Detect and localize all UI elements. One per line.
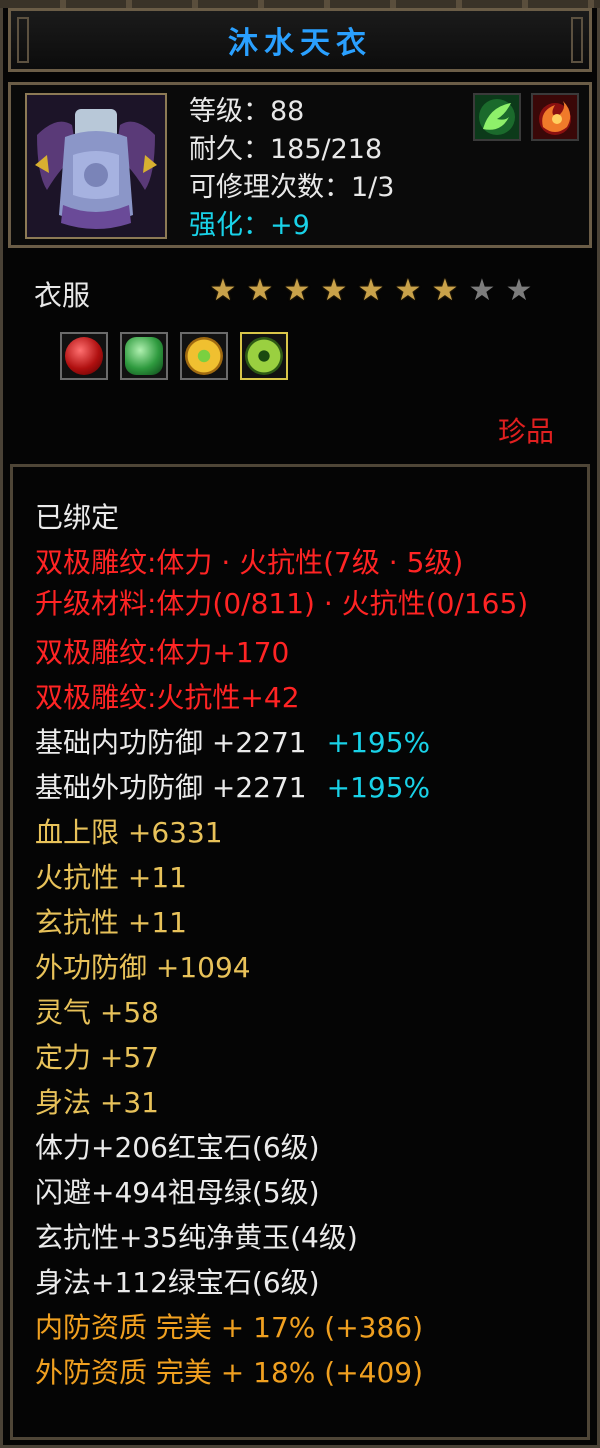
item-info-panel: 等级：88 耐久：185/218 可修理次数：1/3 强化：+9: [8, 82, 592, 248]
xuan-resist-stat: 玄抗性 +11: [35, 906, 187, 939]
inner-defense-quality: 内防资质 完美 + 17% (+386): [35, 1311, 424, 1344]
durability-value: 185/218: [270, 134, 383, 165]
gem-bonus-2: 闪避+494祖母绿(5级): [35, 1176, 320, 1209]
base-outer-defense: 基础外功防御 +2271 +195%: [35, 765, 575, 810]
star-icon-filled: ★: [209, 273, 237, 308]
gem-slots: [60, 332, 288, 380]
outer-defense-stat: 外功防御 +1094: [35, 951, 251, 984]
level-label: 等级：: [189, 96, 270, 127]
star-icon-empty: ★: [468, 273, 496, 308]
enhance-label: 强化：: [189, 210, 270, 241]
item-name: 沐水天衣: [228, 26, 372, 61]
star-icon-filled: ★: [394, 273, 422, 308]
engrave-line-1: 双极雕纹:体力 · 火抗性(7级 · 5级): [35, 546, 464, 579]
item-type-label: 衣服: [34, 279, 91, 312]
star-icon-filled: ★: [357, 273, 385, 308]
emerald-gem-icon[interactable]: [120, 332, 168, 380]
shenfa-stat: 身法 +31: [35, 1086, 159, 1119]
fire-swirl-skill-icon[interactable]: [531, 93, 579, 141]
durability-label: 耐久：: [189, 134, 270, 165]
repairs-value: 1/3: [351, 172, 395, 203]
star-icon-filled: ★: [283, 273, 311, 308]
star-icon-filled: ★: [246, 273, 274, 308]
base-inner-defense: 基础内功防御 +2271 +195%: [35, 720, 575, 765]
level-value: 88: [270, 96, 305, 127]
item-details-panel: 已绑定 双极雕纹:体力 · 火抗性(7级 · 5级) 升级材料:体力(0/811…: [10, 464, 590, 1440]
base-inner-defense-value: 基础内功防御 +2271: [35, 726, 307, 759]
base-outer-defense-pct: +195%: [326, 771, 431, 804]
yellow-jade-gem-icon[interactable]: [180, 332, 228, 380]
item-stats: 等级：88 耐久：185/218 可修理次数：1/3 强化：+9: [189, 93, 394, 245]
star-icon-filled: ★: [320, 273, 348, 308]
gem-bonus-1: 体力+206红宝石(6级): [35, 1131, 320, 1164]
repairs-label: 可修理次数：: [189, 172, 351, 203]
lingqi-stat: 灵气 +58: [35, 996, 159, 1029]
gem-bonus-3: 玄抗性+35纯净黄玉(4级): [35, 1221, 358, 1254]
enhance-value: +9: [270, 210, 310, 241]
dingli-stat: 定力 +57: [35, 1041, 159, 1074]
outer-defense-quality: 外防资质 完美 + 18% (+409): [35, 1356, 424, 1389]
top-ornament: [0, 0, 600, 8]
hp-stat: 血上限 +6331: [35, 816, 223, 849]
ruby-gem-icon[interactable]: [60, 332, 108, 380]
engrave-line-2: 双极雕纹:体力+170: [35, 636, 290, 669]
gem-bonus-4: 身法+112绿宝石(6级): [35, 1266, 320, 1299]
enhance-stars: ★ ★ ★ ★ ★ ★ ★ ★ ★: [206, 276, 536, 306]
base-outer-defense-value: 基础外功防御 +2271: [35, 771, 307, 804]
title-bar: 沐水天衣: [8, 8, 592, 72]
green-gem-icon[interactable]: [240, 332, 288, 380]
rarity-label: 珍品: [497, 415, 554, 448]
base-inner-defense-pct: +195%: [326, 726, 431, 759]
upgrade-material-line: 升级材料:体力(0/811) · 火抗性(0/165): [35, 587, 529, 620]
fire-resist-stat: 火抗性 +11: [35, 861, 187, 894]
item-summary: 衣服 ★ ★ ★ ★ ★ ★ ★ ★ ★ 珍品: [8, 258, 592, 458]
star-icon-empty: ★: [505, 273, 533, 308]
bound-status: 已绑定: [35, 501, 120, 534]
item-portrait: [25, 93, 167, 239]
star-icon-filled: ★: [431, 273, 459, 308]
engrave-line-3: 双极雕纹:火抗性+42: [35, 681, 300, 714]
green-leaf-skill-icon[interactable]: [473, 93, 521, 141]
